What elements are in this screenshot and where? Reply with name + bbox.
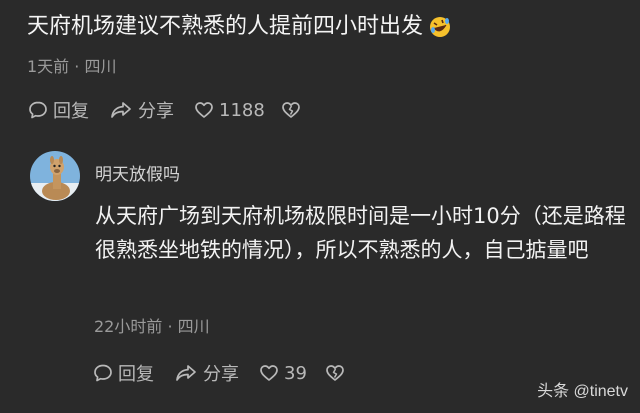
share-button[interactable]: 分享 xyxy=(109,97,174,123)
like-count: 1188 xyxy=(219,99,265,121)
source-watermark: 头条 @tinetv xyxy=(537,383,628,400)
dislike-button[interactable] xyxy=(281,100,301,120)
heart-icon xyxy=(259,363,279,383)
share-label: 分享 xyxy=(138,101,174,122)
avatar[interactable] xyxy=(30,151,80,201)
reply-dislike-button[interactable] xyxy=(325,363,345,383)
reply-text: 从天府广场到天府机场极限时间是一小时10分（还是路程很熟悉坐地铁的情况），所以不… xyxy=(95,204,626,262)
share-arrow-icon xyxy=(174,363,198,383)
post-actions: 回复 分享 1188 xyxy=(28,97,301,123)
post-text: 天府机场建议不熟悉的人提前四小时出发 xyxy=(27,14,424,39)
reply-reply-label: 回复 xyxy=(118,364,154,385)
reply-share-button[interactable]: 分享 xyxy=(174,360,239,386)
reply-share-label: 分享 xyxy=(203,364,239,385)
reply-like-button[interactable]: 39 xyxy=(259,363,307,384)
comment-bubble-icon xyxy=(28,100,48,120)
post-text-row: 天府机场建议不熟悉的人提前四小时出发 xyxy=(27,12,451,42)
share-arrow-icon xyxy=(109,100,133,120)
reply-button[interactable]: 回复 xyxy=(28,97,89,123)
reply-like-count: 39 xyxy=(284,362,307,384)
rolling-on-floor-laughing-icon xyxy=(429,16,451,38)
post-meta: 1天前 · 四川 xyxy=(27,57,117,76)
like-button[interactable]: 1188 xyxy=(194,100,265,121)
reply-label: 回复 xyxy=(53,101,89,122)
reply-actions: 回复 分享 39 xyxy=(93,360,345,386)
comment-bubble-icon xyxy=(93,363,113,383)
broken-heart-icon xyxy=(325,363,345,383)
alpaca-avatar xyxy=(30,151,80,201)
heart-icon xyxy=(194,100,214,120)
broken-heart-icon xyxy=(281,100,301,120)
reply-meta: 22小时前 · 四川 xyxy=(94,317,210,336)
reply-reply-button[interactable]: 回复 xyxy=(93,360,154,386)
reply-username[interactable]: 明天放假吗 xyxy=(95,160,180,185)
